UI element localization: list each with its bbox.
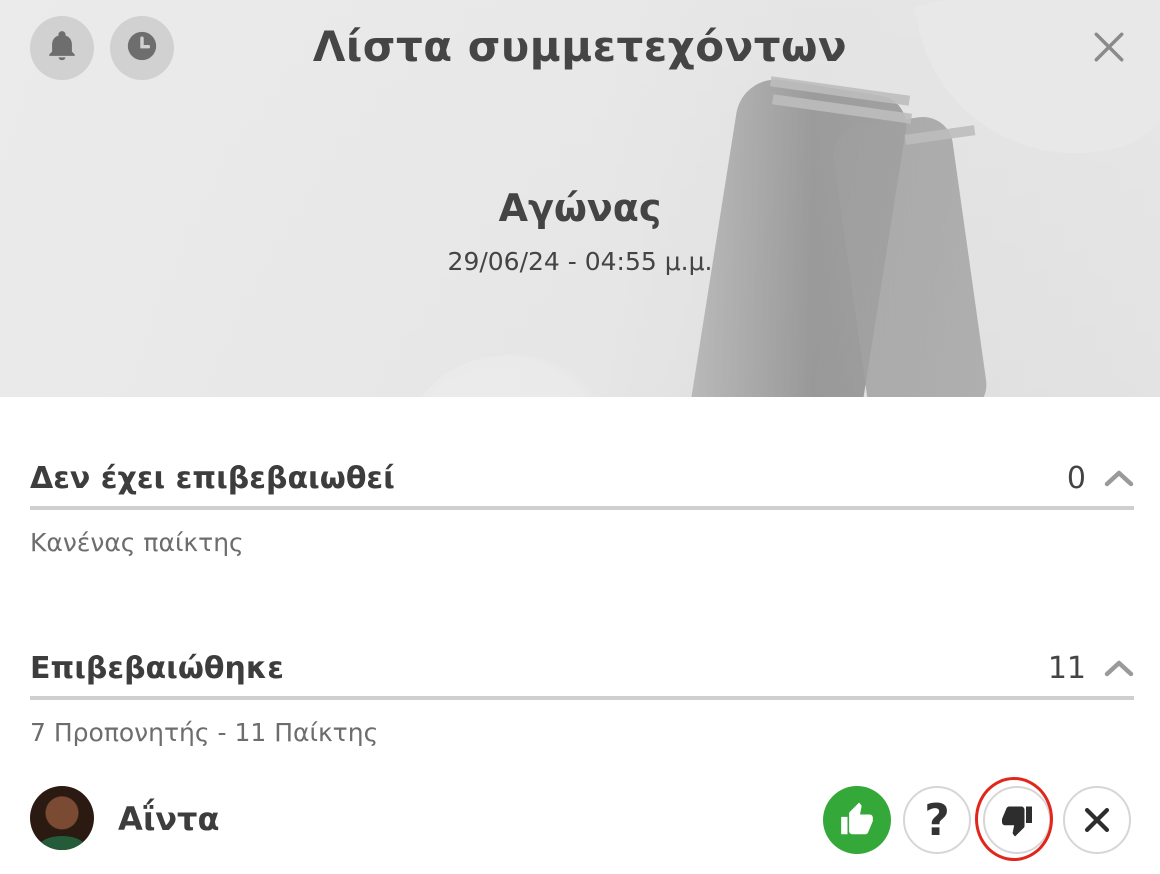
section-title: Δεν έχει επιβεβαιωθεί [30,460,395,496]
thumbs-down-icon [1002,806,1032,837]
attend-maybe-button[interactable]: ? [903,786,971,854]
section-subtitle: 7 Προπονητής - 11 Παίκτης [30,718,379,747]
attend-remove-button[interactable] [1063,786,1131,854]
attend-no-button[interactable] [983,786,1051,854]
header-banner: Λίστα συμμετεχόντων Αγώνας 29/06/24 - 04… [0,0,1160,397]
unconfirmed-section: Δεν έχει επιβεβαιωθεί 0 Κανένας παίκτης [30,450,1134,557]
event-name: Αγώνας [498,186,662,230]
list-item: Αΐντα ? [30,777,1134,861]
unconfirmed-section-header[interactable]: Δεν έχει επιβεβαιωθεί 0 [30,450,1134,510]
avatar [30,786,94,850]
close-icon [1084,807,1110,833]
close-icon[interactable] [1092,30,1126,64]
thumbs-up-icon [841,802,873,835]
chevron-up-icon[interactable] [1104,468,1134,488]
chevron-up-icon[interactable] [1104,658,1134,678]
section-subtitle: Κανένας παίκτης [30,528,244,557]
section-count: 11 [1047,650,1086,686]
confirmed-section-header[interactable]: Επιβεβαιώθηκε 11 [30,640,1134,700]
section-title: Επιβεβαιώθηκε [30,650,284,686]
section-count: 0 [1066,460,1086,496]
attend-yes-button[interactable] [823,786,891,854]
page-title: Λίστα συμμετεχόντων [312,22,848,71]
question-mark-icon: ? [924,794,950,846]
event-datetime: 29/06/24 - 04:55 μ.μ. [447,247,713,276]
player-name: Αΐντα [118,800,220,838]
confirmed-section: Επιβεβαιώθηκε 11 7 Προπονητής - 11 Παίκτ… [30,640,1134,747]
